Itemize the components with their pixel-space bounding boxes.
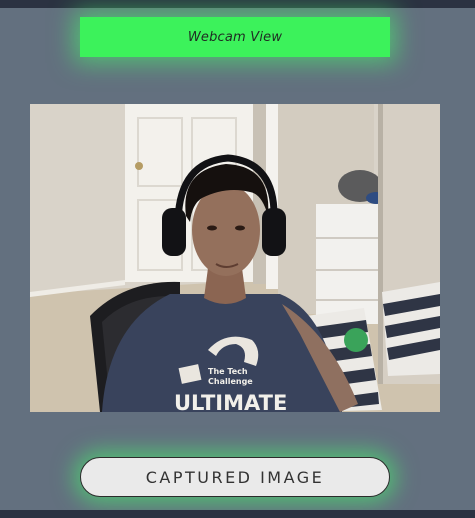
webcam-feed: The Tech Challenge ULTIMATE [30, 104, 440, 412]
top-border [0, 0, 475, 8]
captured-image-button[interactable]: CAPTURED IMAGE [80, 457, 390, 497]
captured-image-label: CAPTURED IMAGE [145, 467, 325, 487]
header-banner: Webcam View [80, 17, 390, 57]
shirt-text-1: The Tech [208, 367, 248, 376]
webcam-image: The Tech Challenge ULTIMATE [30, 104, 440, 412]
headphones-right [262, 208, 286, 256]
page-title: Webcam View [187, 29, 283, 45]
headphones-left [162, 208, 186, 256]
striped-bag-reflection [382, 282, 440, 376]
dresser [316, 204, 378, 324]
door-knob [135, 162, 143, 170]
shirt-text-3: ULTIMATE [174, 391, 287, 412]
shirt-text-2: Challenge [208, 377, 253, 386]
bottom-border [0, 510, 475, 518]
